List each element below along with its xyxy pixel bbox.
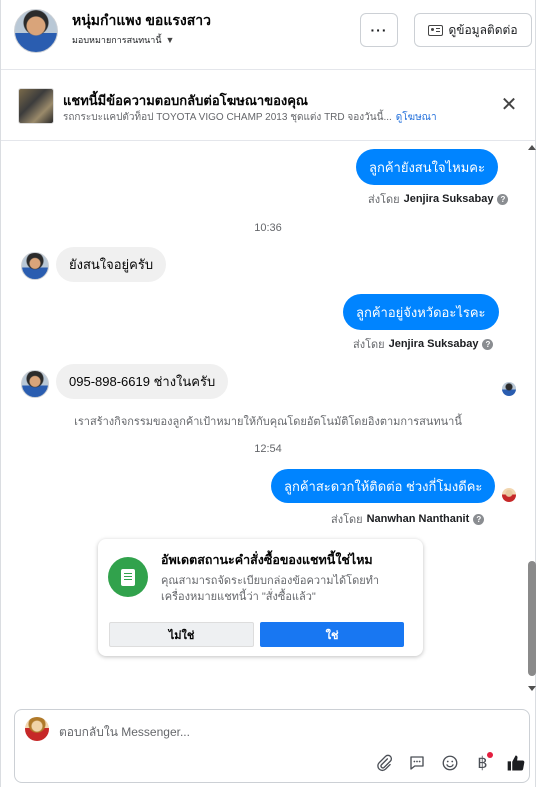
sent-by-prefix: ส่งโดย [331, 514, 363, 526]
outgoing-message[interactable]: ลูกค้าสะดวกให้ติดต่อ ช่วงกี่โมงดีคะ [271, 469, 496, 503]
baht-glyph: ฿ [477, 755, 488, 772]
thread-scrollbar[interactable] [527, 141, 536, 697]
ad-banner-subtitle: รถกระบะแคปตัวท็อป TOYOTA VIGO CHAMP 2013… [63, 110, 437, 125]
reply-input[interactable] [59, 722, 499, 742]
order-card-title: อัพเดตสถานะคำสั่งซื้อของแชทนี้ใช่ไหม [161, 553, 373, 567]
outgoing-message[interactable]: ลูกค้ายังสนใจไหมคะ [356, 149, 498, 185]
sender-name: Jenjira Suksabay [388, 338, 479, 350]
contact-name[interactable]: หนุ่มกำแพง ขอแรงสาว [72, 10, 211, 32]
message-composer: ฿ [14, 709, 530, 783]
sender-name: Nanwhan Nanthanit [366, 513, 470, 525]
ad-thumbnail [18, 88, 54, 124]
sent-by-prefix: ส่งโดย [368, 194, 400, 206]
close-icon[interactable]: ✕ [499, 95, 519, 116]
contact-avatar-small [21, 370, 49, 398]
notification-dot [487, 752, 493, 758]
info-icon[interactable]: ? [497, 193, 509, 205]
messenger-conversation-panel: หนุ่มกำแพง ขอแรงสาว มอบหมายการสนทนานี้ ▼… [0, 0, 536, 787]
read-receipt-avatar [502, 382, 516, 396]
page-avatar [25, 717, 49, 741]
view-contact-label: ดูข้อมูลติดต่อ [448, 22, 518, 37]
timestamp: 12:54 [254, 443, 282, 455]
sent-by-label: ส่งโดย Jenjira Suksabay ? [353, 335, 494, 353]
assign-conversation-dropdown[interactable]: มอบหมายการสนทนานี้ ▼ [72, 33, 174, 47]
like-icon[interactable] [499, 751, 532, 775]
system-note: เราสร้างกิจกรรมของลูกค้าเป้าหมายให้กับคุ… [74, 416, 462, 428]
sent-by-label: ส่งโดย Nanwhan Nanthanit ? [331, 510, 485, 528]
info-icon[interactable]: ? [473, 513, 485, 525]
scroll-up-icon[interactable] [528, 145, 536, 150]
ad-banner-title: แชทนี้มีข้อความตอบกลับต่อโฆษณาของคุณ [63, 93, 308, 108]
incoming-message[interactable]: ยังสนใจอยู่ครับ [56, 247, 167, 282]
outgoing-message[interactable]: ลูกค้าอยู่จังหวัดอะไรคะ [343, 294, 499, 330]
more-options-button[interactable]: ··· [360, 13, 398, 47]
read-receipt-avatar [502, 488, 516, 502]
ad-reply-banner: แชทนี้มีข้อความตอบกลับต่อโฆษณาของคุณ รถก… [1, 71, 535, 141]
caret-down-icon: ▼ [165, 35, 175, 45]
order-receipt-icon [108, 557, 148, 597]
conversation-header: หนุ่มกำแพง ขอแรงสาว มอบหมายการสนทนานี้ ▼… [1, 0, 535, 70]
order-status-card: อัพเดตสถานะคำสั่งซื้อของแชทนี้ใช่ไหม คุณ… [98, 539, 423, 656]
attach-icon[interactable] [367, 751, 400, 775]
no-button[interactable]: ไม่ใช่ [109, 622, 254, 647]
timestamp: 10:36 [254, 222, 282, 234]
scroll-down-icon[interactable] [528, 686, 536, 691]
composer-toolbar: ฿ [367, 751, 532, 775]
scroll-thumb[interactable] [528, 561, 536, 676]
sent-by-label: ส่งโดย Jenjira Suksabay ? [368, 190, 509, 208]
emoji-icon[interactable] [433, 751, 466, 775]
ad-description: รถกระบะแคปตัวท็อป TOYOTA VIGO CHAMP 2013… [63, 112, 392, 123]
sender-name: Jenjira Suksabay [403, 193, 494, 205]
baht-icon[interactable]: ฿ [466, 751, 499, 775]
yes-button[interactable]: ใช่ [260, 622, 404, 647]
contact-card-icon [428, 24, 444, 36]
order-card-body: คุณสามารถจัดระเบียบกล่องข้อความได้โดยทำเ… [161, 575, 380, 603]
contact-avatar-small [21, 252, 49, 280]
contact-avatar[interactable] [14, 9, 58, 53]
assign-label: มอบหมายการสนทนานี้ [72, 35, 162, 45]
incoming-message[interactable]: 095-898-6619 ช่างในครับ [56, 364, 229, 399]
saved-reply-icon[interactable] [400, 751, 433, 775]
view-ad-link[interactable]: ดูโฆษณา [396, 112, 437, 123]
sent-by-prefix: ส่งโดย [353, 339, 385, 351]
view-contact-button[interactable]: ดูข้อมูลติดต่อ [414, 13, 532, 47]
info-icon[interactable]: ? [482, 338, 494, 350]
